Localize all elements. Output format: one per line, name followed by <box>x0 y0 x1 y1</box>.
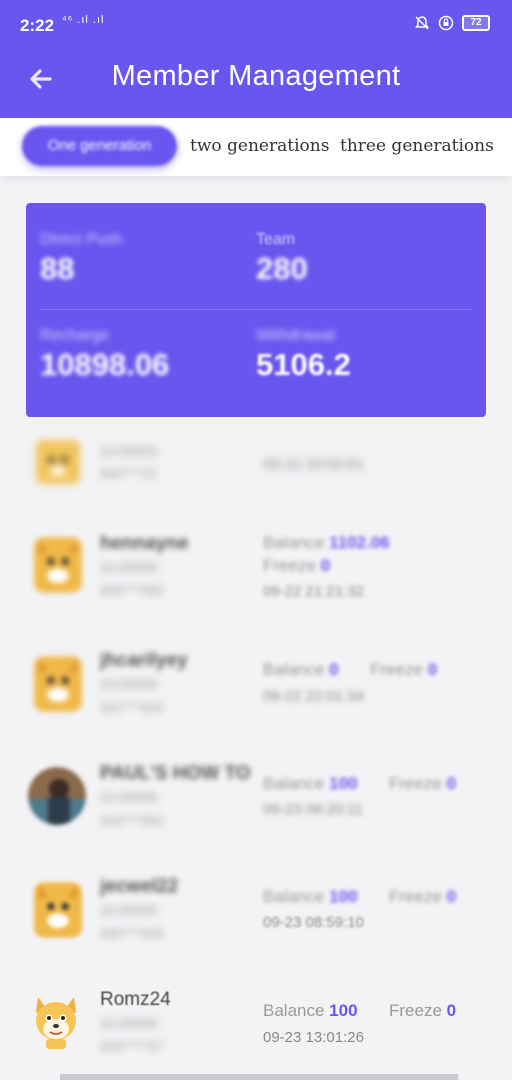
member-phone: 930****049 <box>100 926 164 941</box>
freeze-line: Freeze 0 <box>263 556 330 576</box>
member-date: 09-23 06:20:11 <box>263 801 363 818</box>
tab-one-generation[interactable]: One generation <box>22 126 177 166</box>
list-item[interactable]: PAUL'S HOW TO 20:5f5f5f5 916****902 Bala… <box>0 755 512 855</box>
balance-label: Balance <box>263 1001 325 1020</box>
member-date: 09-22 21:21:32 <box>263 583 364 600</box>
freeze-label: Freeze <box>389 887 442 906</box>
direct-push-stat: Direct Push 88 <box>40 231 123 287</box>
tab-two-generations[interactable]: two generations <box>190 126 329 166</box>
photo-avatar-icon <box>28 767 86 825</box>
recharge-stat: Recharge 10898.06 <box>40 327 169 383</box>
list-item[interactable]: jecwel22 20:5f5f5f5 930****049 Balance 1… <box>0 868 512 968</box>
member-date: 09-22 22:01:34 <box>263 688 364 705</box>
freeze-value: 0 <box>446 1001 457 1020</box>
generation-tabs: One generation two generations three gen… <box>0 118 512 176</box>
balance-freeze-line: Balance 100 Freeze 0 <box>263 887 456 907</box>
balance-label: Balance <box>263 774 325 793</box>
member-phone: 999****22 <box>100 466 157 481</box>
bottom-edge <box>60 1074 458 1080</box>
member-id: 20:5f5f5f5 <box>100 1016 158 1031</box>
member-id: 20:5f5f5f5 <box>100 790 158 805</box>
tab-three-generations[interactable]: three generations <box>340 126 494 166</box>
balance-value: 100 <box>329 774 358 793</box>
balance-freeze-line: Balance 0 Freeze 0 <box>263 660 437 680</box>
member-phone: 929****757 <box>100 1039 164 1054</box>
doge-avatar-icon <box>34 882 82 938</box>
divider <box>40 309 472 310</box>
balance-label: Balance <box>263 660 325 679</box>
member-name: hennayne <box>100 533 189 554</box>
team-value: 280 <box>256 251 308 286</box>
freeze-label: Freeze <box>389 1001 442 1020</box>
withdrawal-stat: Withdrawal 5106.2 <box>256 327 351 383</box>
member-phone: 909****565 <box>100 583 164 598</box>
list-item[interactable]: 20:5f5f5f3 999****22 09-22 20:50:51 <box>0 430 512 500</box>
direct-push-value: 88 <box>40 251 75 286</box>
member-id: 20:5f5f5f5 <box>100 903 158 918</box>
member-name: jhcarilyey <box>100 650 188 671</box>
team-stat: Team 280 <box>256 231 308 287</box>
member-date: 09-22 20:50:51 <box>263 456 364 473</box>
vpn-lock-icon <box>438 15 454 31</box>
withdrawal-value: 5106.2 <box>256 347 351 382</box>
freeze-label: Freeze <box>263 556 316 575</box>
summary-card: Direct Push 88 Team 280 Recharge 10898.0… <box>26 203 486 417</box>
balance-label: Balance <box>263 533 325 552</box>
freeze-value: 0 <box>427 660 438 679</box>
recharge-label: Recharge <box>40 327 110 344</box>
balance-value: 1102.06 <box>329 533 390 552</box>
alarm-off-icon <box>415 16 429 30</box>
balance-freeze-line: Balance 100 Freeze 0 <box>263 774 456 794</box>
doge-avatar-icon <box>36 440 80 484</box>
page-title: Member Management <box>111 60 401 92</box>
balance-label: Balance <box>263 887 325 906</box>
battery-icon: 72 <box>462 15 490 31</box>
balance-value: 100 <box>329 1001 358 1020</box>
member-name: Romz24 <box>100 989 171 1010</box>
status-bar: 2:22 ⁴⁶ .ıl .ıl 72 <box>0 0 512 52</box>
balance-value: 100 <box>329 887 358 906</box>
balance-line: Balance 1102.06 <box>263 533 390 553</box>
withdrawal-label: Withdrawal <box>256 327 336 344</box>
freeze-label: Freeze <box>389 774 442 793</box>
member-id: 20:5f5f5f5 <box>100 560 158 575</box>
member-id: 20:5f5f5f5 <box>100 677 158 692</box>
doge-avatar-icon <box>34 537 82 593</box>
freeze-label: Freeze <box>370 660 424 679</box>
member-id: 20:5f5f5f3 <box>100 444 158 459</box>
freeze-value: 0 <box>446 774 457 793</box>
member-phone: 916****902 <box>100 813 164 828</box>
list-item[interactable]: hennayne 20:5f5f5f5 909****565 Balance 1… <box>0 525 512 625</box>
doge-avatar-icon <box>34 656 82 712</box>
freeze-value: 0 <box>446 887 457 906</box>
recharge-value: 10898.06 <box>40 347 170 382</box>
member-date: 09-23 08:59:10 <box>263 914 364 931</box>
status-time: 2:22 <box>20 16 55 35</box>
list-item[interactable]: Romz24 20:5f5f5f5 929****757 Balance 100… <box>0 985 512 1075</box>
app-header: 2:22 ⁴⁶ .ıl .ıl 72 Member Management <box>0 0 512 118</box>
list-item[interactable]: jhcarilyey 20:5f5f5f5 921****820 Balance… <box>0 640 512 740</box>
doge-avatar-icon <box>36 997 76 1049</box>
signal-icon: ⁴⁶ .ıl .ıl <box>62 14 105 26</box>
freeze-value: 0 <box>320 556 331 575</box>
direct-push-label: Direct Push <box>40 231 123 248</box>
member-name: PAUL'S HOW TO <box>100 763 251 784</box>
team-label: Team <box>256 231 296 248</box>
balance-freeze-line: Balance 100 Freeze 0 <box>263 1001 456 1021</box>
balance-value: 0 <box>329 660 339 679</box>
member-date: 09-23 13:01:26 <box>263 1029 364 1046</box>
member-phone: 921****820 <box>100 700 164 715</box>
member-name: jecwel22 <box>100 876 179 897</box>
